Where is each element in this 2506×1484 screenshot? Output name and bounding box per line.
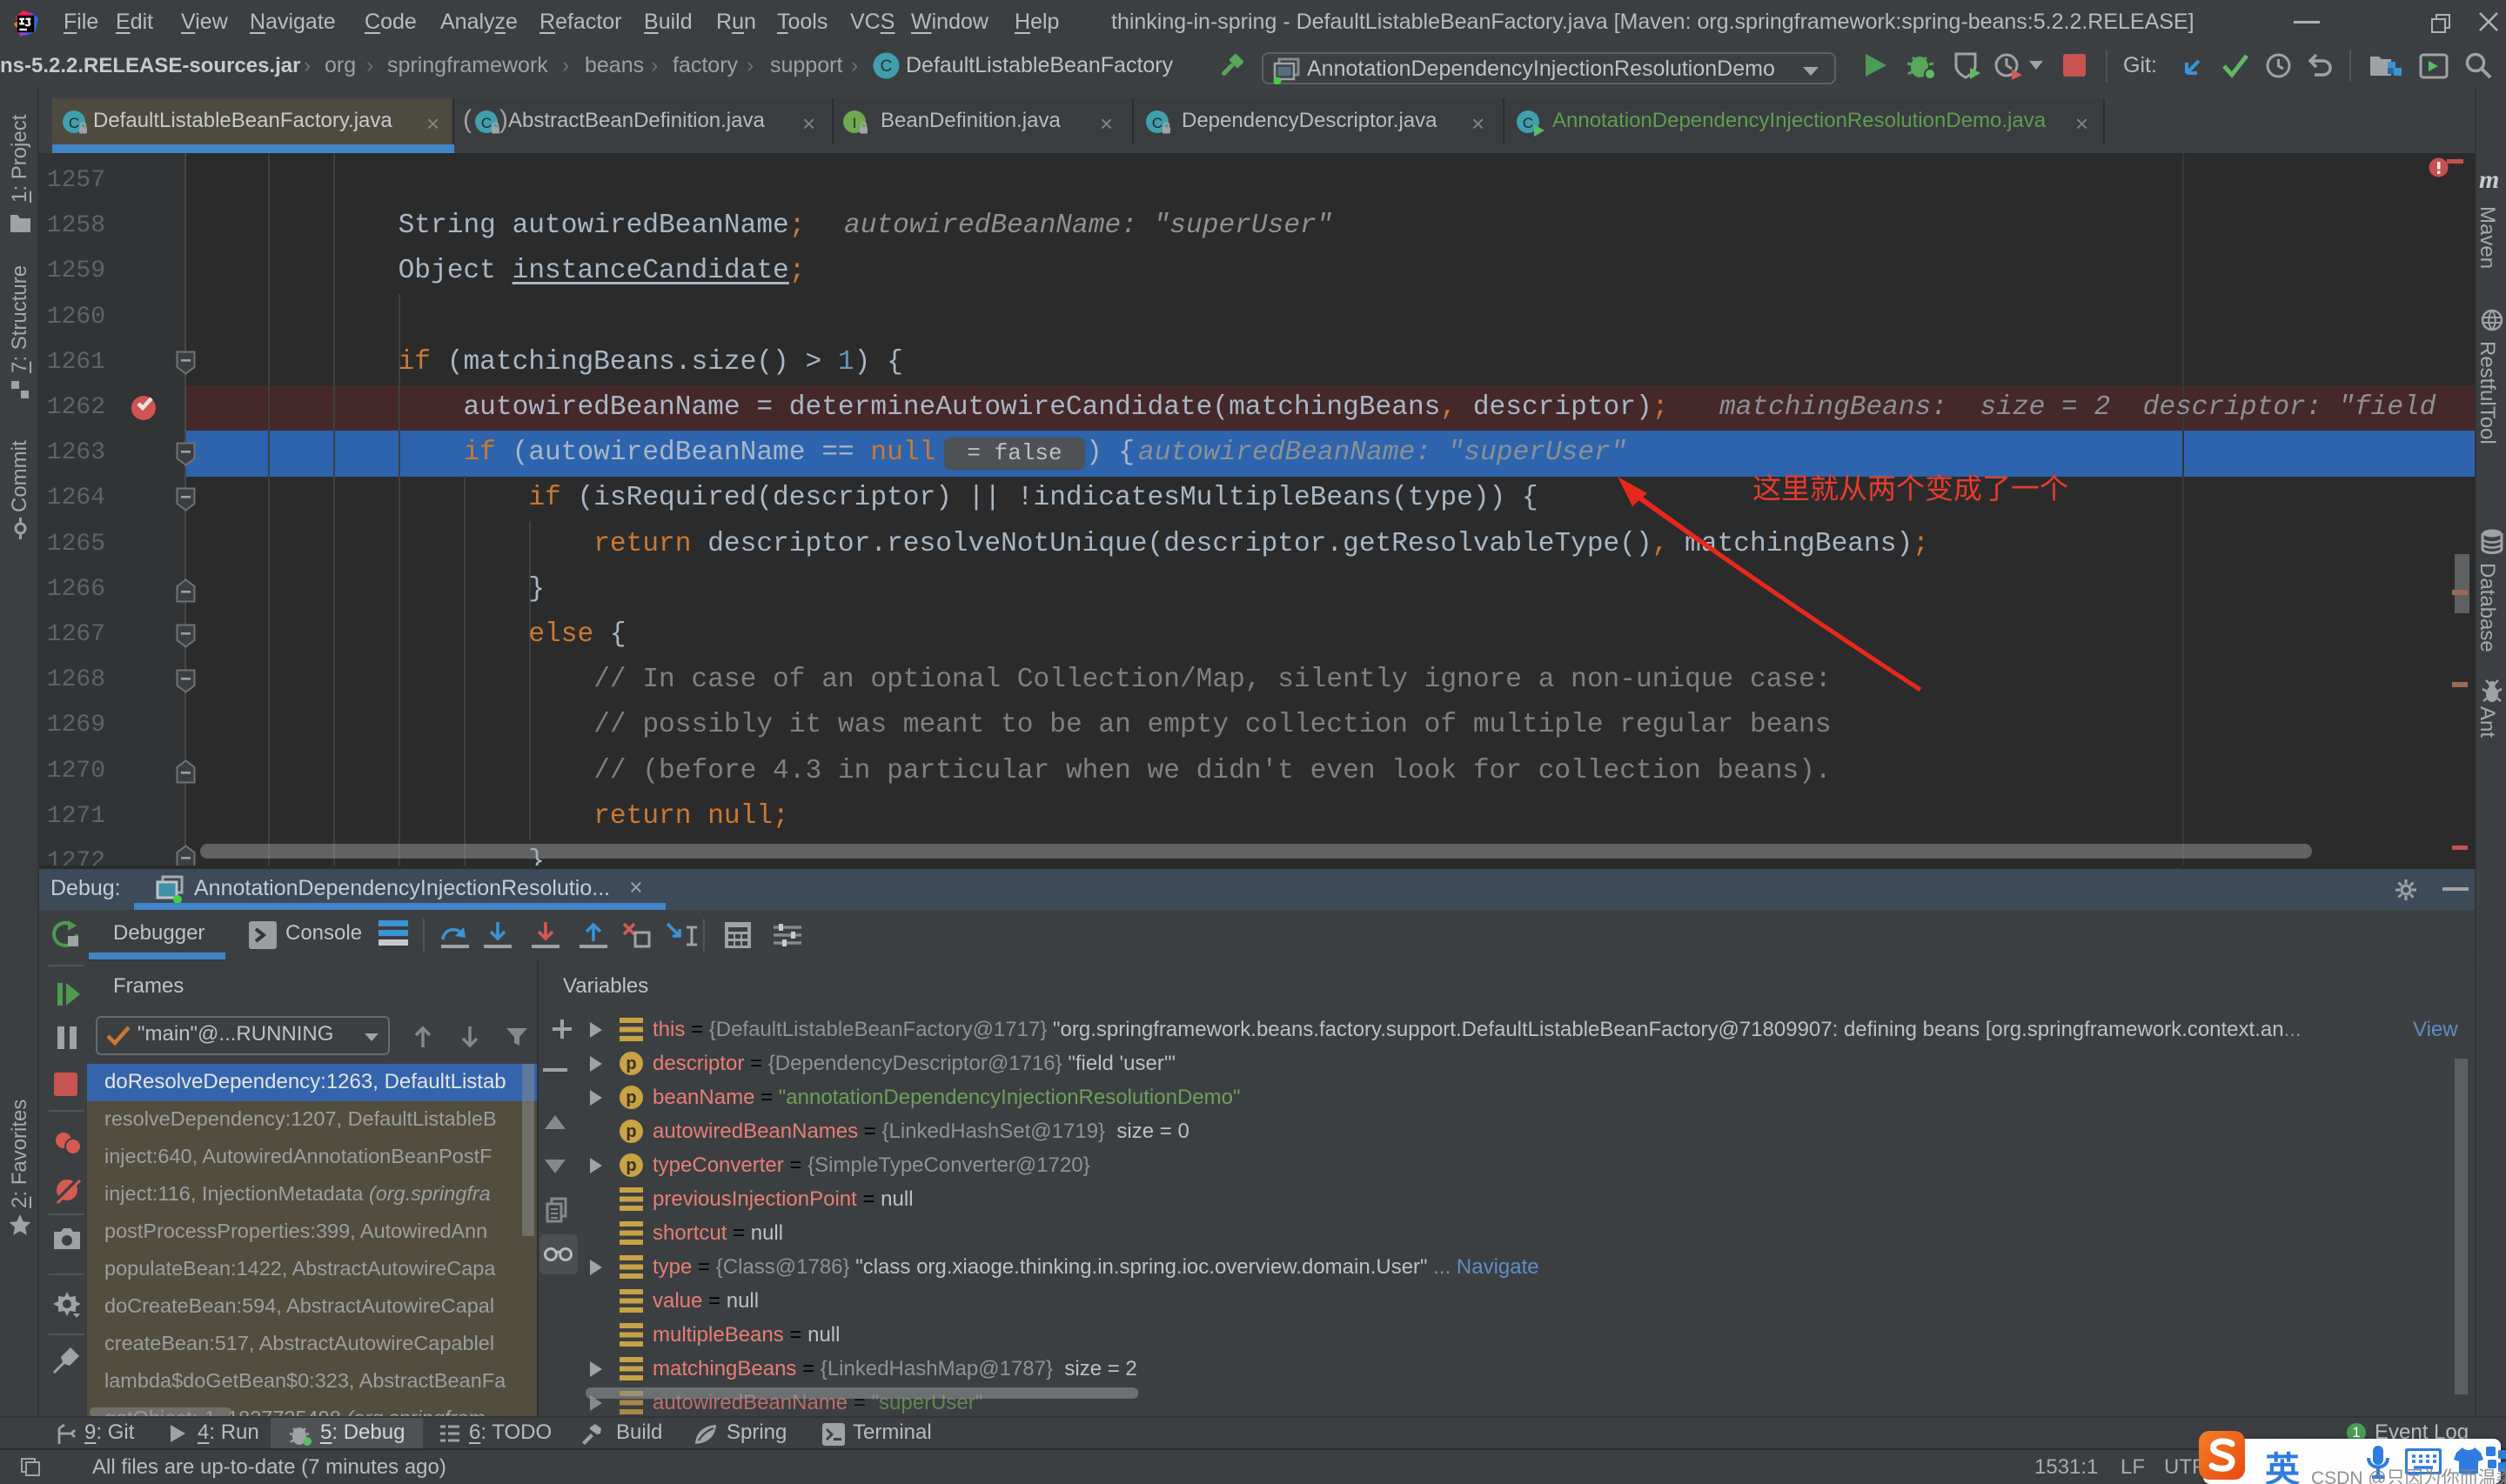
svg-text:C: C bbox=[69, 115, 79, 131]
svg-text:C: C bbox=[1152, 115, 1163, 131]
svg-text:I: I bbox=[853, 115, 857, 131]
svg-text:C: C bbox=[881, 57, 893, 76]
svg-text:C: C bbox=[481, 115, 492, 131]
svg-text:C: C bbox=[1523, 115, 1533, 131]
